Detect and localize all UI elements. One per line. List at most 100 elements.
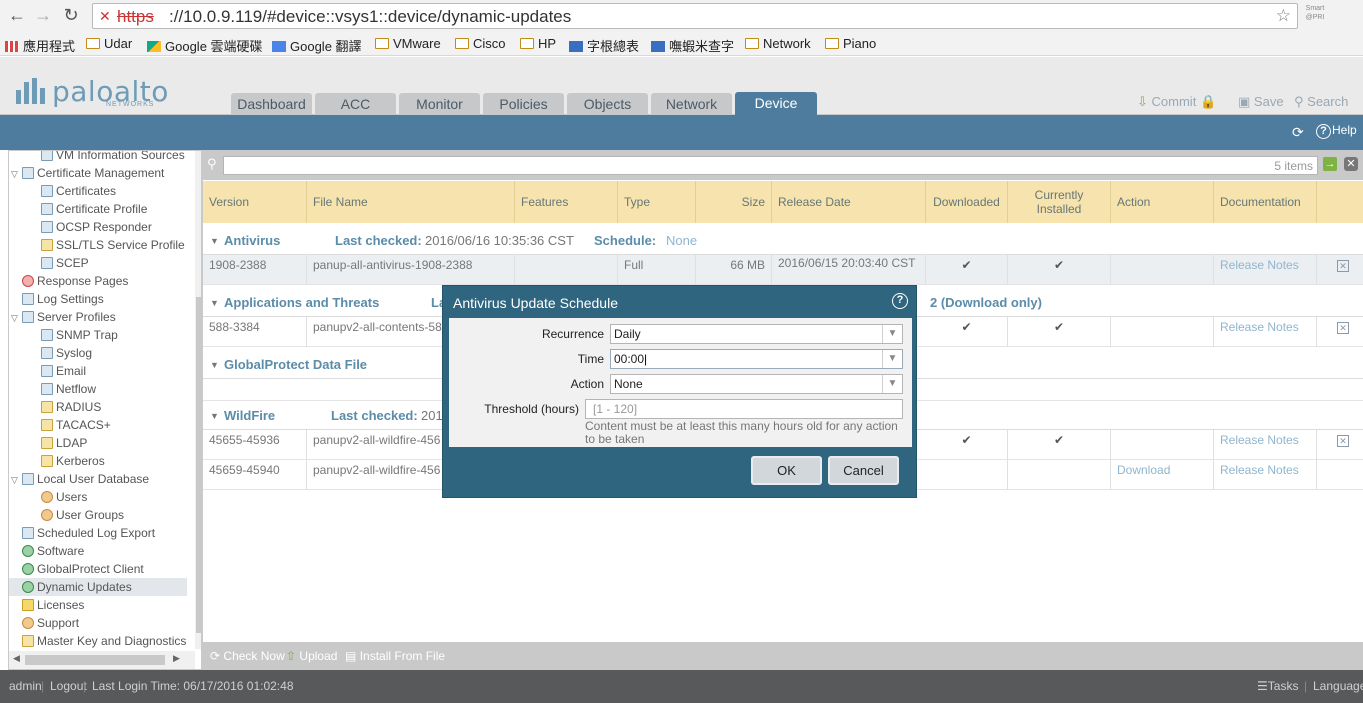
sidebar-item-support[interactable]: Support <box>11 614 79 632</box>
expand-toggle-icon[interactable]: ▽ <box>11 471 21 489</box>
sidebar-item-log-settings[interactable]: Log Settings <box>11 290 104 308</box>
bookmark-vmware[interactable]: VMware <box>375 36 441 51</box>
search-button[interactable]: ⚲ Search <box>1294 94 1348 110</box>
action-select[interactable]: None ▼ <box>610 374 903 394</box>
sidebar-item-certificate-profile[interactable]: Certificate Profile <box>41 200 147 218</box>
table-row[interactable]: 1908-2388 panup-all-antivirus-1908-2388 … <box>203 255 1363 285</box>
filter-input[interactable]: 5 items <box>223 156 1318 175</box>
delete-icon[interactable]: ✕ <box>1337 260 1349 272</box>
bookmark-star-icon[interactable]: ☆ <box>1276 6 1291 26</box>
sidebar-item-software[interactable]: Software <box>11 542 84 560</box>
chevron-down-icon[interactable]: ▼ <box>882 325 902 343</box>
sidebar-item-local-user-database[interactable]: ▽ Local User Database <box>11 470 149 488</box>
sidebar-item-globalprotect-client[interactable]: GlobalProtect Client <box>11 560 144 578</box>
bookmark-network[interactable]: Network <box>745 36 811 51</box>
upload-button[interactable]: ⇧ Upload <box>286 649 337 663</box>
bookmark-boshiamy-lookup[interactable]: 嘸蝦米查字 <box>651 36 734 55</box>
sidebar-item-certificates[interactable]: Certificates <box>41 182 116 200</box>
address-bar[interactable]: ✕ https ://10.0.9.119/#device::vsys1::de… <box>92 3 1298 29</box>
insecure-lock-icon[interactable]: ✕ <box>99 8 111 25</box>
back-arrow-icon[interactable]: ← <box>6 4 28 26</box>
collapse-icon[interactable]: ▼ <box>210 289 219 317</box>
ok-button[interactable]: OK <box>751 456 822 485</box>
collapse-icon[interactable]: ▼ <box>210 351 219 379</box>
tab-monitor[interactable]: Monitor <box>399 93 480 115</box>
group-row-antivirus[interactable]: ▼ Antivirus Last checked: 2016/06/16 10:… <box>203 227 1363 255</box>
tasks-button[interactable]: ☰Tasks <box>1257 679 1298 693</box>
schedule-link[interactable]: None <box>666 227 697 255</box>
help-button[interactable]: ? Help <box>1316 123 1357 139</box>
recurrence-select[interactable]: Daily ▼ <box>610 324 903 344</box>
tab-acc[interactable]: ACC <box>315 93 396 115</box>
clear-filter-icon[interactable]: ✕ <box>1344 157 1358 171</box>
column-header-version[interactable]: Version <box>203 181 307 223</box>
extension-button[interactable]: Smart @PRI <box>1303 4 1327 22</box>
column-header-release-date[interactable]: Release Date <box>772 181 926 223</box>
sidebar-item-syslog[interactable]: Syslog <box>41 344 92 362</box>
sidebar-item-server-profiles[interactable]: ▽ Server Profiles <box>11 308 116 326</box>
scroll-right-icon[interactable]: ▶ <box>173 653 180 664</box>
bookmark-hp[interactable]: HP <box>520 36 556 51</box>
release-notes-link[interactable]: Release Notes <box>1214 317 1317 347</box>
sidebar-item-vm-information-sources[interactable]: VM Information Sources <box>41 151 185 164</box>
sidebar-item-scep[interactable]: SCEP <box>41 254 89 272</box>
sidebar-item-scheduled-log-export[interactable]: Scheduled Log Export <box>11 524 155 542</box>
sidebar-item-snmp-trap[interactable]: SNMP Trap <box>41 326 118 344</box>
column-header-features[interactable]: Features <box>515 181 618 223</box>
column-header-action[interactable]: Action <box>1111 181 1214 223</box>
sidebar-item-ssl-tls-service-profile[interactable]: SSL/TLS Service Profile <box>41 236 185 254</box>
tab-dashboard[interactable]: Dashboard <box>231 93 312 115</box>
chevron-down-icon[interactable]: ▼ <box>882 375 902 393</box>
tree-vertical-scrollbar[interactable] <box>195 151 201 649</box>
sidebar-item-ldap[interactable]: LDAP <box>41 434 87 452</box>
collapse-icon[interactable]: ▼ <box>210 227 219 255</box>
sidebar-item-response-pages[interactable]: Response Pages <box>11 272 128 290</box>
bookmark-udar[interactable]: Udar <box>86 36 132 51</box>
threshold-input[interactable]: [1 - 120] <box>585 399 903 419</box>
release-notes-link[interactable]: Release Notes <box>1214 430 1317 460</box>
sidebar-item-radius[interactable]: RADIUS <box>41 398 101 416</box>
commit-button[interactable]: ⇩ Commit 🔒 <box>1137 94 1216 110</box>
scroll-left-icon[interactable]: ◀ <box>13 653 20 664</box>
delete-icon[interactable]: ✕ <box>1337 322 1349 334</box>
check-now-button[interactable]: ⟳ Check Now <box>210 649 285 663</box>
tab-objects[interactable]: Objects <box>567 93 648 115</box>
column-header-documentation[interactable]: Documentation <box>1214 181 1317 223</box>
sidebar-item-certificate-management[interactable]: ▽ Certificate Management <box>11 164 164 182</box>
install-from-file-button[interactable]: ▤ Install From File <box>345 649 445 663</box>
sidebar-item-user-groups[interactable]: User Groups <box>41 506 124 524</box>
save-button[interactable]: ▣ Save <box>1238 94 1284 110</box>
sidebar-item-master-key-and-diagnostics[interactable]: Master Key and Diagnostics <box>11 632 186 650</box>
bookmark-google-translate[interactable]: Google 翻譯 <box>272 36 362 55</box>
column-header-size[interactable]: Size <box>696 181 772 223</box>
tab-network[interactable]: Network <box>651 93 732 115</box>
sidebar-item-licenses[interactable]: Licenses <box>11 596 84 614</box>
release-notes-link[interactable]: Release Notes <box>1214 255 1317 285</box>
chevron-down-icon[interactable]: ▼ <box>882 350 902 368</box>
bookmark-google-drive[interactable]: Google 雲端硬碟 <box>147 36 263 55</box>
cancel-button[interactable]: Cancel <box>828 456 899 485</box>
bookmark-cisco[interactable]: Cisco <box>455 36 506 51</box>
tree-horizontal-scrollbar[interactable]: ◀ ▶ <box>9 651 195 669</box>
reload-icon[interactable]: ↻ <box>60 4 82 26</box>
scroll-thumb[interactable] <box>25 655 165 665</box>
release-notes-link[interactable]: Release Notes <box>1214 460 1317 490</box>
forward-arrow-icon[interactable]: → <box>32 4 54 26</box>
download-link[interactable]: Download <box>1111 460 1214 490</box>
time-combobox[interactable]: 00:00| ▼ <box>610 349 903 369</box>
column-header-type[interactable]: Type <box>618 181 696 223</box>
tab-device[interactable]: Device <box>735 92 817 115</box>
tab-policies[interactable]: Policies <box>483 93 564 115</box>
language-button[interactable]: Language <box>1313 679 1363 693</box>
sidebar-item-kerberos[interactable]: Kerberos <box>41 452 105 470</box>
sidebar-item-tacacs[interactable]: TACACS+ <box>41 416 111 434</box>
delete-icon[interactable]: ✕ <box>1337 435 1349 447</box>
collapse-icon[interactable]: ▼ <box>210 402 219 430</box>
sidebar-item-ocsp-responder[interactable]: OCSP Responder <box>41 218 152 236</box>
expand-toggle-icon[interactable]: ▽ <box>11 309 21 327</box>
bookmark-radical-table[interactable]: 字根總表 <box>569 36 639 55</box>
sidebar-item-netflow[interactable]: Netflow <box>41 380 96 398</box>
logout-link[interactable]: Logout <box>50 679 87 693</box>
sidebar-item-dynamic-updates[interactable]: Dynamic Updates <box>9 578 187 596</box>
expand-toggle-icon[interactable]: ▽ <box>11 165 21 183</box>
